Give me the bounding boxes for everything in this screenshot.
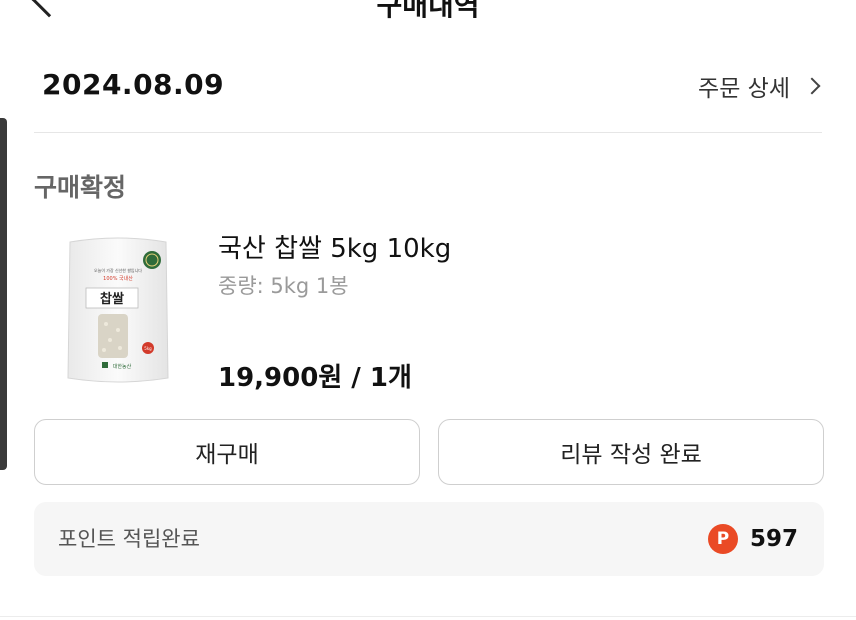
svg-text:5kg: 5kg: [144, 346, 152, 351]
rice-bag-image: 오늘이 가장 신선한 쌀입니다 100% 국내산 찹쌀 5kg 대한농산: [67, 237, 169, 383]
edge-scroll-indicator: [0, 118, 7, 470]
divider: [34, 132, 822, 133]
svg-text:찹쌀: 찹쌀: [100, 291, 124, 307]
svg-text:100% 국내산: 100% 국내산: [103, 275, 133, 282]
chevron-right-icon: [803, 77, 821, 95]
points-amount: P 597: [707, 502, 798, 576]
points-summary: 포인트 적립완료 P 597: [34, 502, 824, 576]
order-date: 2024.08.09: [42, 68, 225, 101]
order-history-screen: 구매내역 2024.08.09 주문 상세 구매확정 오늘이 가장 신선한 쌀입…: [0, 0, 856, 620]
points-value: 597: [749, 526, 798, 552]
product-name[interactable]: 국산 찹쌀 5kg 10kg: [218, 228, 451, 265]
review-complete-button[interactable]: 리뷰 작성 완료: [438, 419, 824, 485]
point-coin-icon: P: [707, 524, 738, 554]
order-detail-link[interactable]: 주문 상세: [698, 68, 821, 104]
product-option: 중량: 5kg 1봉: [218, 274, 349, 298]
divider: [0, 616, 856, 617]
svg-text:오늘이 가장 신선한 쌀입니다: 오늘이 가장 신선한 쌀입니다: [94, 267, 142, 273]
product-price: 19,900원 / 1개: [218, 363, 412, 393]
page-title: 구매내역: [376, 0, 480, 22]
product-thumbnail[interactable]: 오늘이 가장 신선한 쌀입니다 100% 국내산 찹쌀 5kg 대한농산: [66, 236, 170, 384]
rebuy-button[interactable]: 재구매: [34, 419, 420, 485]
svg-text:대한농산: 대한농산: [113, 363, 132, 370]
points-label: 포인트 적립완료: [58, 527, 200, 551]
order-detail-label: 주문 상세: [698, 76, 790, 102]
order-status: 구매확정: [34, 173, 127, 202]
